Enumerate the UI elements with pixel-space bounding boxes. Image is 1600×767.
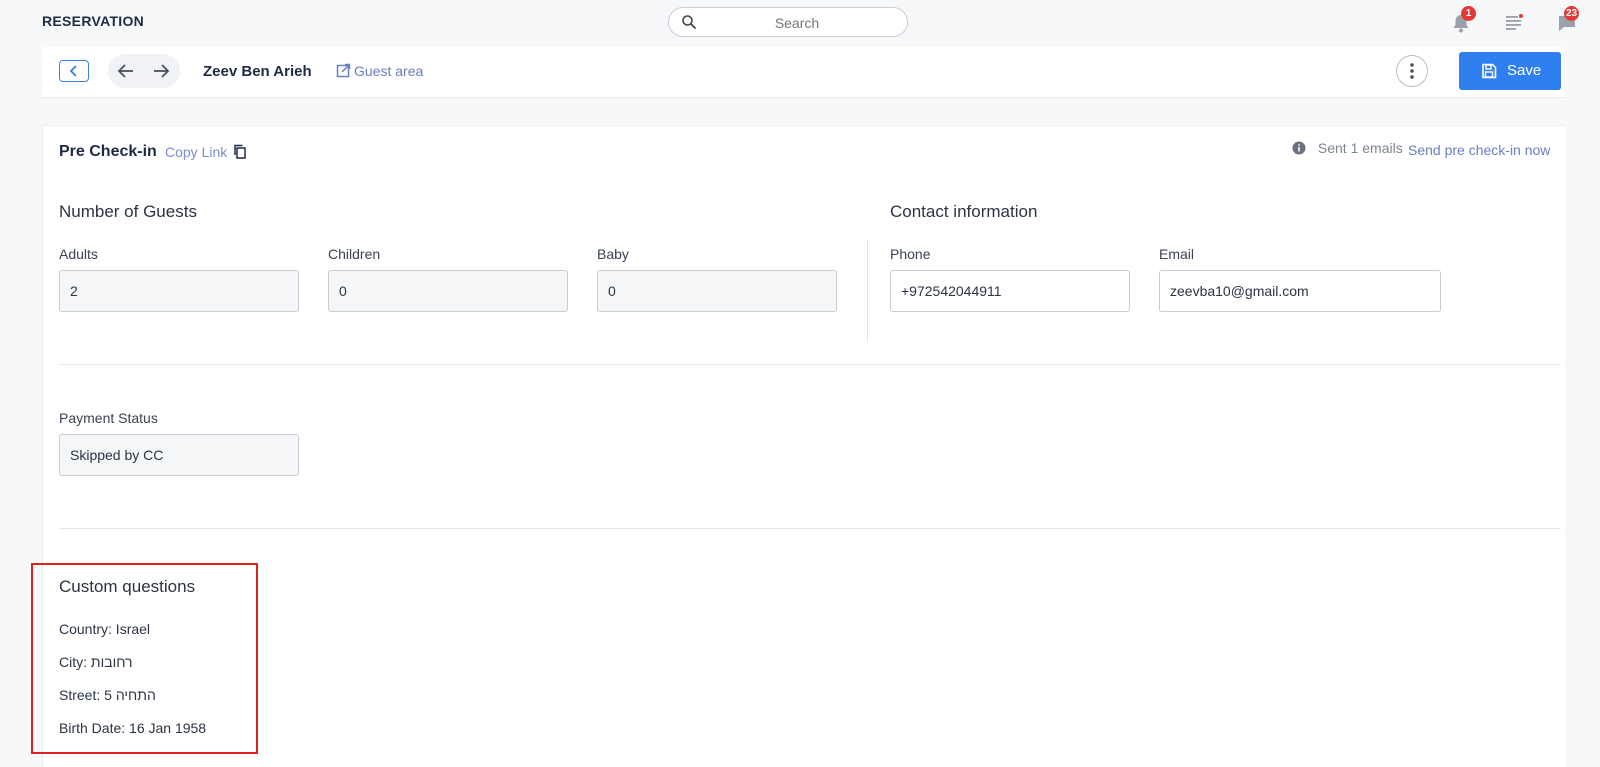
adults-label: Adults [59,246,98,262]
external-link-icon[interactable] [336,63,351,78]
custom-question-item: Country: Israel [59,621,151,637]
divider [59,364,1561,365]
contact-section-title: Contact information [890,202,1038,221]
guests-section-title: Number of Guests [59,202,197,221]
send-precheckin-now-link[interactable]: Send pre check-in now [1408,142,1550,158]
info-icon [1292,141,1306,155]
tasks-button[interactable] [1503,12,1525,34]
children-label: Children [328,246,381,262]
section-divider [867,240,868,342]
reservation-nav [108,54,180,88]
precheckin-title: Pre Check-in [59,143,157,160]
guest-name: Zeev Ben Arieh [203,63,312,80]
search-box[interactable] [668,7,908,37]
copy-link[interactable]: Copy Link [165,144,247,160]
search-icon [682,15,696,29]
back-button[interactable] [59,60,89,82]
search-input[interactable] [705,11,889,35]
more-vertical-icon [1410,63,1414,79]
save-icon [1482,63,1497,79]
sent-emails-status: Sent 1 emails [1292,140,1403,156]
arrow-right-icon[interactable] [152,62,170,80]
baby-field[interactable] [597,270,837,312]
save-button[interactable]: Save [1459,52,1561,90]
notifications-button[interactable]: 1 [1450,6,1476,34]
custom-question-item: Street: התחיה 5 [59,687,156,703]
children-field[interactable] [328,270,568,312]
custom-question-item: Birth Date: 16 Jan 1958 [59,720,207,736]
app-title: RESERVATION [42,13,145,29]
phone-field[interactable] [890,270,1130,312]
adults-field[interactable] [59,270,299,312]
notifications-badge: 1 [1461,6,1476,21]
email-label: Email [1159,246,1195,262]
copy-link-label: Copy Link [165,144,228,160]
messages-button[interactable]: 23 [1556,6,1580,34]
messages-badge: 23 [1564,6,1580,21]
copy-icon [234,144,246,159]
custom-questions-title: Custom questions [59,577,196,596]
baby-label: Baby [597,246,629,262]
divider [59,528,1561,529]
custom-question-item: City: רחובות [59,654,133,670]
payment-status-field[interactable] [59,434,299,476]
email-field[interactable] [1159,270,1441,312]
save-button-label: Save [1507,62,1542,79]
list-icon [1506,14,1523,30]
arrow-left-icon[interactable] [117,62,135,80]
chevron-left-icon [69,65,77,77]
sent-emails-text: Sent 1 emails [1317,140,1403,156]
payment-status-label: Payment Status [59,410,158,426]
guest-area-link[interactable]: Guest area [354,63,423,79]
phone-label: Phone [890,246,931,262]
more-options-button[interactable] [1396,55,1428,87]
